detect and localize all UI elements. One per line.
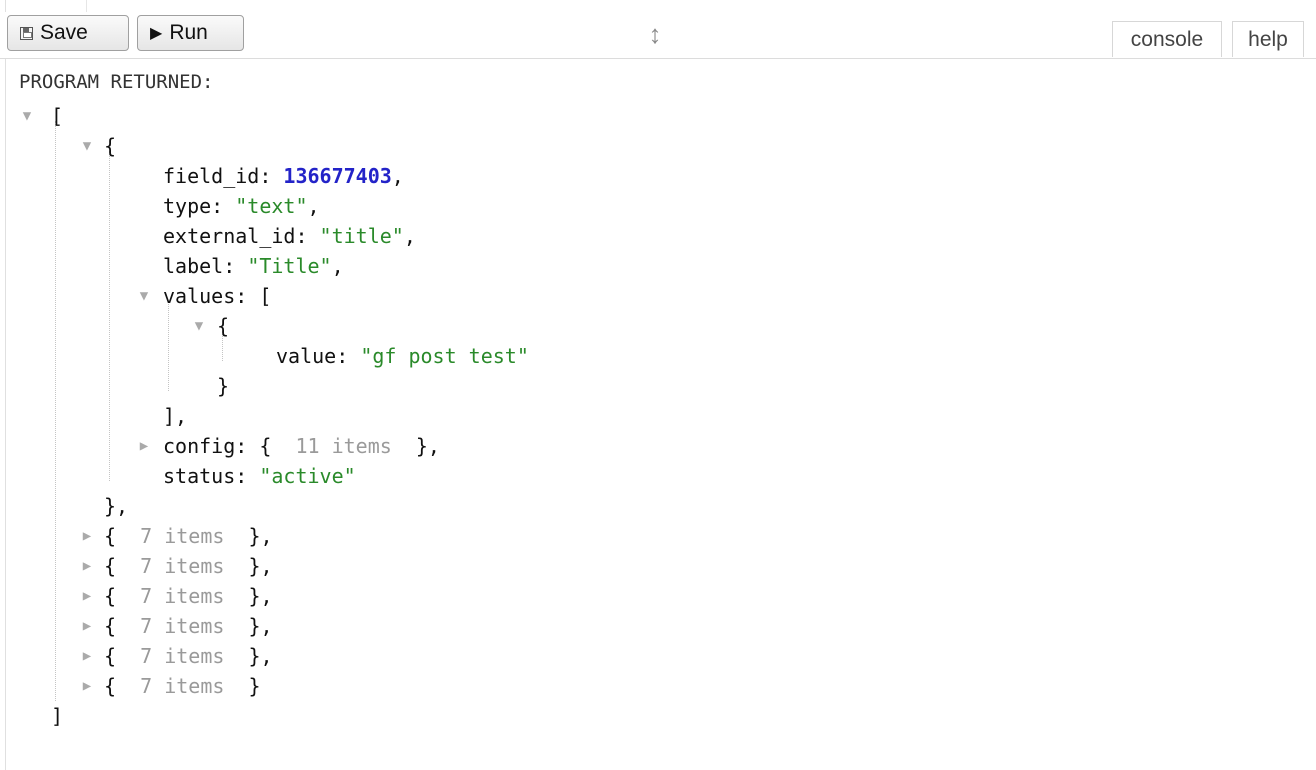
triangle-right-icon[interactable]: ▶ (79, 581, 95, 611)
field-id-value: 136677403 (283, 164, 392, 188)
tree-guide-values (168, 301, 169, 391)
tab-help[interactable]: help (1232, 21, 1304, 57)
type-key: type (163, 194, 212, 218)
value-value: "gf post test" (360, 344, 529, 368)
list-item: { 7 items }, (104, 584, 273, 608)
output-heading: PROGRAM RETURNED: (19, 71, 214, 93)
config-key: config (163, 434, 236, 458)
triangle-down-icon[interactable]: ▼ (19, 101, 35, 131)
status-value: "active" (259, 464, 356, 488)
triangle-right-icon[interactable]: ▶ (79, 671, 95, 701)
field-id-row: field_id: 136677403, (163, 164, 404, 188)
list-item: { 7 items } (104, 674, 261, 698)
list-item: { 7 items }, (104, 614, 273, 638)
output-panel: PROGRAM RETURNED: ▼ [ ▼ { field_id: 1366… (5, 59, 1316, 770)
triangle-down-icon[interactable]: ▼ (191, 311, 207, 341)
field-id-key: field_id (163, 164, 260, 188)
item-suffix: }, (236, 584, 273, 608)
item-summary: 7 items (140, 554, 225, 578)
label-value: "Title" (247, 254, 332, 278)
triangle-down-icon[interactable]: ▼ (136, 281, 152, 311)
save-button[interactable]: Save (7, 15, 129, 51)
object-open: { (104, 134, 117, 158)
triangle-right-icon[interactable]: ▶ (79, 521, 95, 551)
item-summary: 7 items (140, 674, 225, 698)
item-suffix: }, (236, 614, 273, 638)
floppy-disk-icon (20, 26, 33, 40)
status-row: status: "active" (163, 464, 356, 488)
item-suffix: } (236, 674, 261, 698)
run-button[interactable]: ▶ Run (137, 15, 244, 51)
vertical-resize-icon[interactable]: ↕ (644, 17, 666, 51)
item-summary: 7 items (140, 614, 225, 638)
item-suffix: }, (236, 524, 273, 548)
list-item: { 7 items }, (104, 554, 273, 578)
object-close: }, (104, 494, 129, 518)
triangle-down-icon[interactable]: ▼ (79, 131, 95, 161)
item-suffix: }, (236, 554, 273, 578)
tab-console[interactable]: console (1112, 21, 1222, 57)
array-close: ] (51, 704, 64, 728)
item-summary: 7 items (140, 644, 225, 668)
item-suffix: }, (236, 644, 273, 668)
save-button-label: Save (40, 21, 88, 44)
triangle-right-icon[interactable]: ▶ (79, 551, 95, 581)
list-item: { 7 items }, (104, 644, 273, 668)
array-open: [ (51, 104, 64, 128)
top-frame-divider (86, 0, 87, 12)
external-id-key: external_id (163, 224, 296, 248)
run-button-label: Run (169, 21, 208, 44)
config-summary: 11 items (295, 434, 392, 458)
label-row: label: "Title", (163, 254, 344, 278)
triangle-right-icon[interactable]: ▶ (136, 431, 152, 461)
triangle-right-icon[interactable]: ▶ (79, 611, 95, 641)
toolbar: Save ▶ Run ↕ console help (0, 12, 1316, 59)
values-close: ], (163, 404, 188, 428)
item-summary: 7 items (140, 524, 225, 548)
triangle-right-icon[interactable]: ▶ (79, 641, 95, 671)
label-key: label (163, 254, 224, 278)
value-row: value: "gf post test" (276, 344, 529, 368)
status-key: status (163, 464, 236, 488)
value-key: value (276, 344, 337, 368)
type-value: "text" (235, 194, 308, 218)
values-key: values (163, 284, 236, 308)
tree-guide-object (109, 151, 110, 481)
value-object-open: { (217, 314, 230, 338)
external-id-value: "title" (319, 224, 404, 248)
list-item: { 7 items }, (104, 524, 273, 548)
config-row: config: { 11 items }, (163, 434, 440, 458)
value-object-close: } (217, 374, 230, 398)
play-icon: ▶ (150, 25, 163, 42)
external-id-row: external_id: "title", (163, 224, 416, 248)
item-summary: 7 items (140, 584, 225, 608)
tree-guide-root (55, 121, 56, 701)
type-row: type: "text", (163, 194, 320, 218)
values-row: values: [ (163, 284, 272, 308)
